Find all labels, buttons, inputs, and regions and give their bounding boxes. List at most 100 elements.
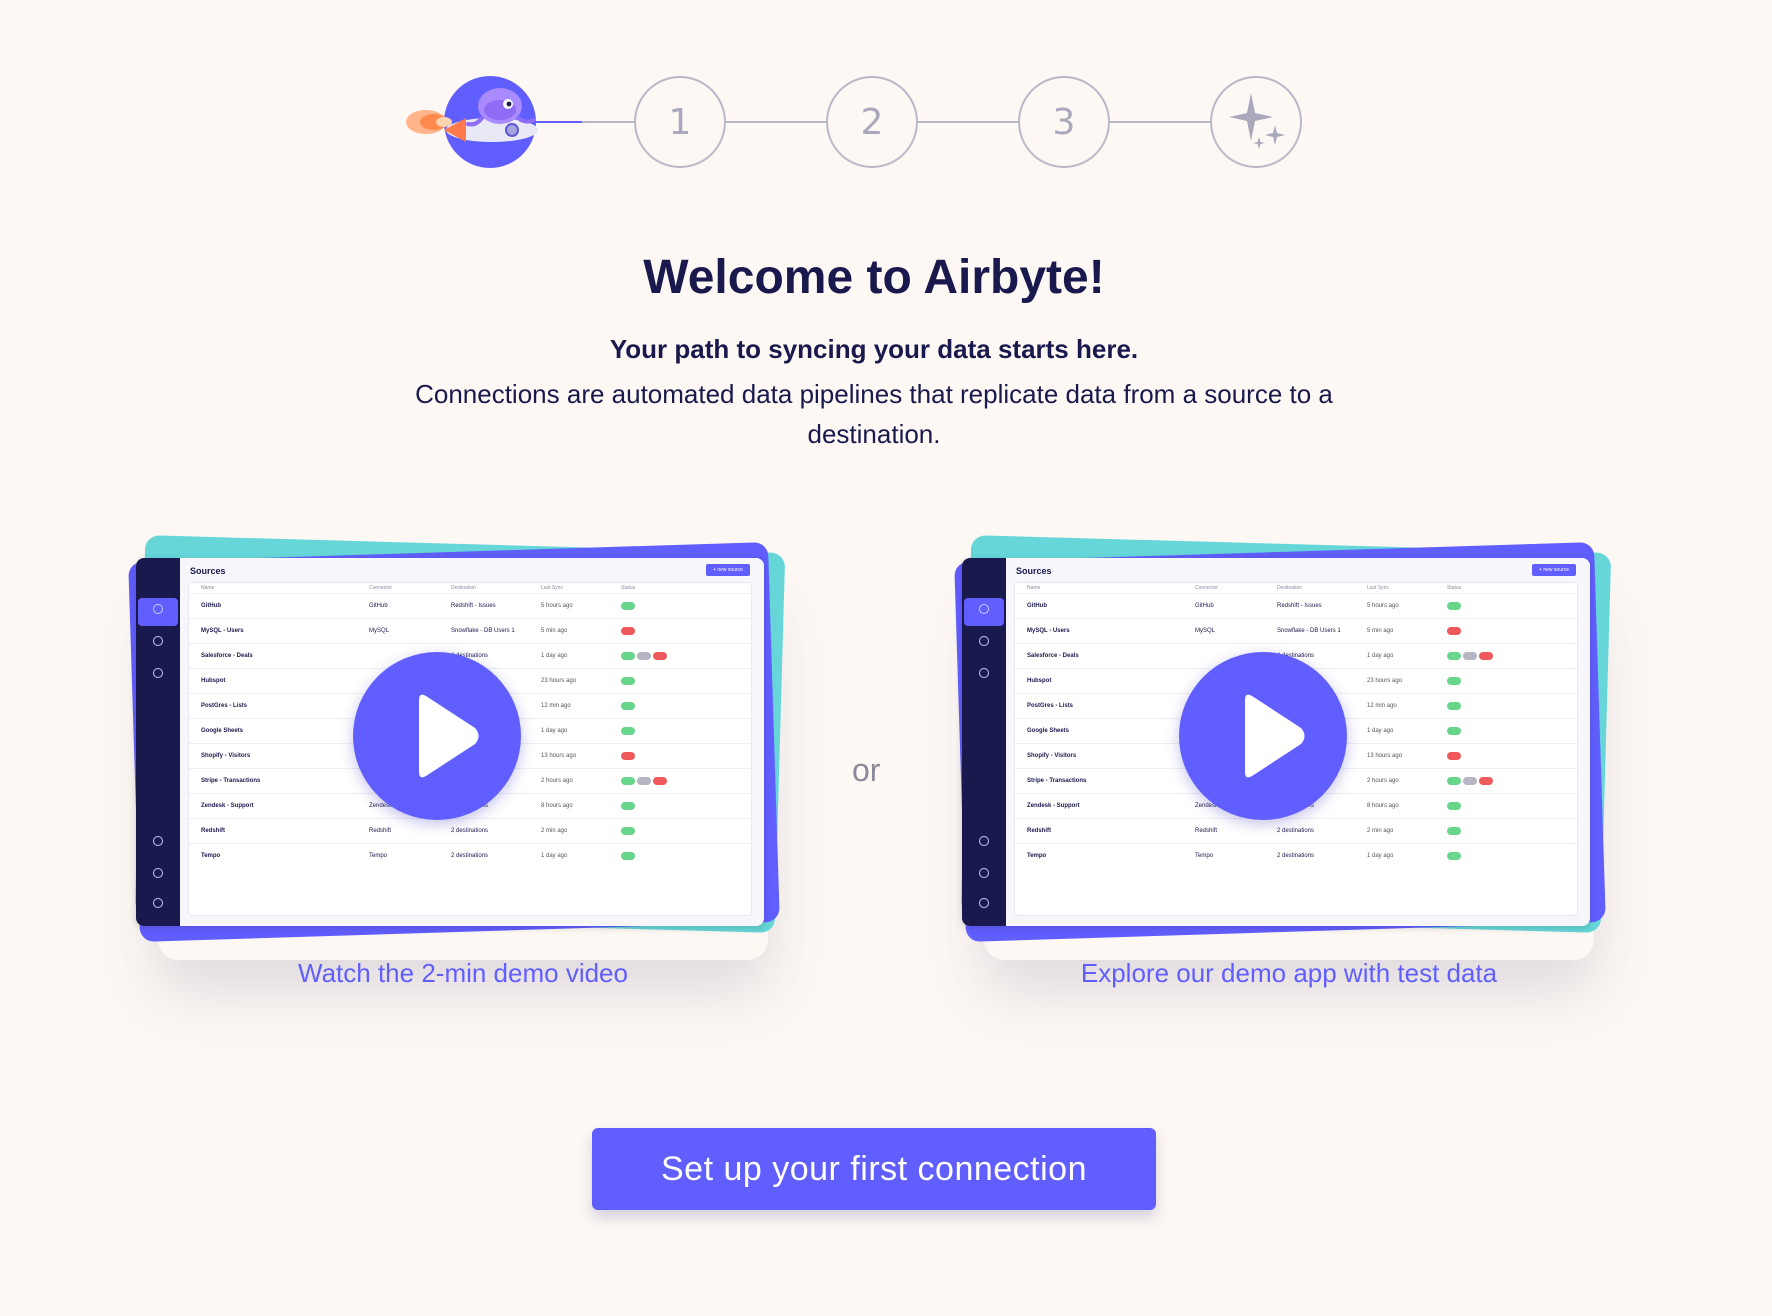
preview-cell-name: Shopify - Visitors [1027,753,1077,759]
preview-sidebar-destinations [964,630,1004,658]
preview-new-source-button: + new source [1532,564,1576,576]
preview-cell-conn: MySQL [1195,628,1216,634]
preview-cell-sync: 5 hours ago [541,603,573,609]
preview-cell-dest: Redshift - Issues [1277,603,1322,609]
preview-cell-name: Zendesk - Support [201,803,254,809]
preview-cell-dest: 2 destinations [1277,853,1315,859]
preview-column-header: Connector [1195,585,1219,591]
status-pill [621,677,635,685]
status-pill [1447,777,1461,785]
preview-sidebar-settings [138,892,178,920]
preview-new-source-button: + new source [706,564,750,576]
preview-sidebar-docs [964,862,1004,890]
preview-cell-sync: 5 min ago [541,628,568,634]
status-pill [1447,752,1461,760]
preview-cell-name: Tempo [201,853,221,859]
play-demo-app-button[interactable] [1179,652,1347,820]
preview-cell-name: Redshift [201,828,225,834]
status-pill [1447,702,1461,710]
preview-cell-conn: GitHub [369,603,388,609]
preview-cell-conn: Redshift [369,828,392,834]
sparkles-icon [1229,93,1285,149]
demo-video-link[interactable]: Watch the 2-min demo video [118,958,808,989]
preview-cell-sync: 1 day ago [541,728,568,734]
preview-column-header: Destination [451,585,477,591]
demo-video-card[interactable]: Sources + new source Name Connector Destin… [118,530,808,1000]
demo-app-card[interactable]: Sources + new source Name Connector Destin… [944,530,1634,1000]
preview-cell-conn: GitHub [1195,603,1214,609]
status-pill [1479,777,1493,785]
preview-cell-sync: 8 hours ago [541,803,573,809]
preview-cell-name: Stripe - Transactions [201,778,261,784]
step-number: 2 [860,101,884,143]
preview-column-header: Connector [369,585,393,591]
status-pill [637,777,651,785]
preview-cell-dest: 2 destinations [451,828,489,834]
status-pill [621,702,635,710]
preview-sidebar-settings [964,892,1004,920]
step-line [726,121,826,123]
preview-cell-sync: 12 min ago [1367,703,1397,709]
preview-cell-sync: 1 day ago [541,853,568,859]
preview-table-row: MySQL - Users MySQL Snowflake - DB Users 1… [189,618,751,643]
preview-cell-name: Stripe - Transactions [1027,778,1087,784]
preview-cell-name: Salesforce - Deals [1027,653,1079,659]
status-pill [1463,652,1477,660]
preview-cell-sync: 23 hours ago [541,678,577,684]
step-final [1210,76,1302,168]
preview-table-row: Tempo Tempo 2 destinations 1 day ago [1015,843,1577,868]
preview-column-header: Name [201,585,215,591]
preview-cell-sync: 8 hours ago [1367,803,1399,809]
status-pill [1447,677,1461,685]
status-pill [1463,777,1477,785]
preview-sidebar-help [964,830,1004,858]
preview-column-header: Destination [1277,585,1303,591]
preview-cell-sync: 2 hours ago [1367,778,1399,784]
status-pill [1447,652,1461,660]
preview-sidebar-admin [138,662,178,690]
status-pill [621,652,635,660]
preview-cell-name: MySQL - Users [1027,628,1070,634]
demo-app-link[interactable]: Explore our demo app with test data [944,958,1634,989]
preview-cell-name: MySQL - Users [201,628,244,634]
preview-column-header: Last Sync [1367,585,1389,591]
step-line [918,121,1018,123]
preview-table-row: Redshift Redshift 2 destinations 2 min ago [189,818,751,843]
preview-column-header: Name [1027,585,1041,591]
preview-cell-name: Google Sheets [201,728,244,734]
preview-cell-name: Shopify - Visitors [201,753,251,759]
status-pill [653,652,667,660]
preview-cell-dest: Snowflake - DB Users 1 [451,628,515,634]
or-separator: or [852,752,881,788]
preview-column-header: Status [1447,585,1462,591]
preview-cell-conn: Redshift [1195,828,1218,834]
step-line [1110,121,1210,123]
step-line [582,121,634,123]
preview-cell-name: PostGres - Lists [201,703,248,709]
preview-cell-sync: 2 hours ago [541,778,573,784]
step-number: 3 [1052,101,1076,143]
preview-cell-sync: 12 min ago [541,703,571,709]
status-pill [637,652,651,660]
preview-cell-name: Google Sheets [1027,728,1070,734]
status-pill [1447,802,1461,810]
preview-cell-conn: Tempo [369,853,388,859]
setup-first-connection-button[interactable]: Set up your first connection [592,1128,1156,1210]
status-pill [621,852,635,860]
play-video-button[interactable] [353,652,521,820]
status-pill [1447,627,1461,635]
preview-table-row: Tempo Tempo 2 destinations 1 day ago [189,843,751,868]
preview-column-header: Last Sync [541,585,563,591]
status-pill [621,627,635,635]
preview-cell-name: Tempo [1027,853,1047,859]
status-pill [621,727,635,735]
preview-sidebar [136,558,180,926]
status-pill [1447,602,1461,610]
status-pill [1479,652,1493,660]
status-pill [1447,827,1461,835]
preview-table-row: MySQL - Users MySQL Snowflake - DB Users 1… [1015,618,1577,643]
status-pill [621,802,635,810]
play-icon [419,694,479,778]
preview-cell-dest: 2 destinations [1277,828,1315,834]
preview-cell-sync: 5 min ago [1367,628,1394,634]
